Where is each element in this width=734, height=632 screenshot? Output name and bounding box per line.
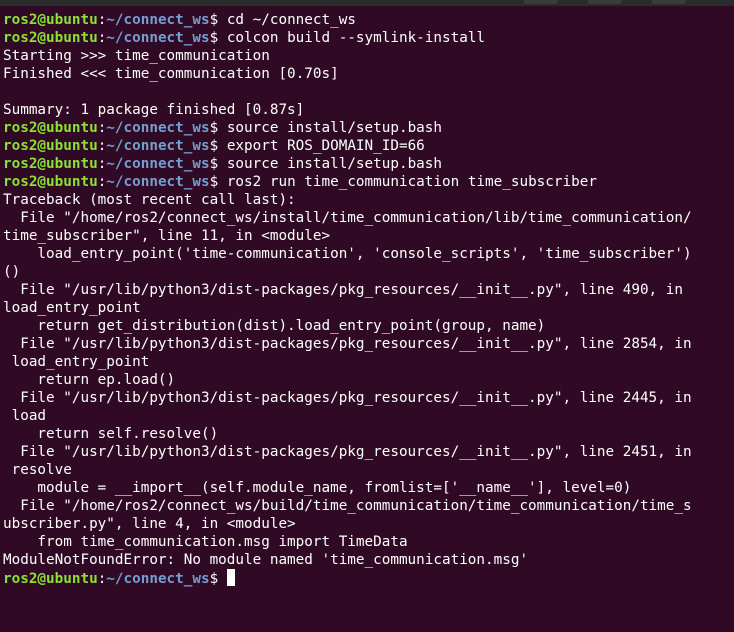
output-line: resolve	[3, 461, 730, 479]
window-control-button[interactable]	[588, 0, 622, 4]
output-line: time_subscriber", line 11, in <module>	[3, 227, 730, 245]
terminal-output[interactable]: ros2@ubuntu:~/connect_ws$ cd ~/connect_w…	[3, 11, 730, 587]
prompt-colon: :	[97, 571, 107, 587]
prompt-dollar: $	[209, 30, 227, 46]
command-line: ros2@ubuntu:~/connect_ws$ source install…	[3, 155, 730, 173]
output-line: load	[3, 407, 730, 425]
active-prompt-line: ros2@ubuntu:~/connect_ws$	[3, 569, 730, 587]
output-text: return ep.load()	[3, 372, 176, 388]
command-text: ros2 run time_communication time_subscri…	[226, 174, 597, 190]
output-line: Summary: 1 package finished [0.87s]	[3, 101, 730, 119]
output-text: module = __import__(self.module_name, fr…	[3, 480, 632, 496]
output-line: Traceback (most recent call last):	[3, 191, 730, 209]
output-line: Finished <<< time_communication [0.70s]	[3, 65, 730, 83]
output-line: return ep.load()	[3, 371, 730, 389]
output-line: File "/usr/lib/python3/dist-packages/pkg…	[3, 335, 730, 353]
output-line: from time_communication.msg import TimeD…	[3, 533, 730, 551]
output-text: ()	[3, 264, 21, 280]
output-text: from time_communication.msg import TimeD…	[3, 534, 408, 550]
window-control-button[interactable]	[652, 0, 686, 4]
output-text: File "/usr/lib/python3/dist-packages/pkg…	[3, 390, 692, 406]
command-text: source install/setup.bash	[226, 120, 442, 136]
output-text: File "/home/ros2/connect_ws/install/time…	[3, 210, 692, 226]
output-text: load	[3, 408, 47, 424]
prompt-user-host: ros2@ubuntu	[3, 12, 98, 28]
prompt-dollar: $	[209, 120, 227, 136]
prompt-colon: :	[97, 120, 107, 136]
prompt-dollar: $	[209, 12, 227, 28]
output-line: ()	[3, 263, 730, 281]
prompt-path: ~/connect_ws	[106, 571, 210, 587]
output-line: return get_distribution(dist).load_entry…	[3, 317, 730, 335]
output-text: File "/usr/lib/python3/dist-packages/pkg…	[3, 444, 692, 460]
command-line: ros2@ubuntu:~/connect_ws$ source install…	[3, 119, 730, 137]
command-text: source install/setup.bash	[226, 156, 442, 172]
prompt-path: ~/connect_ws	[106, 174, 210, 190]
output-text: resolve	[3, 462, 72, 478]
command-line: ros2@ubuntu:~/connect_ws$ cd ~/connect_w…	[3, 11, 730, 29]
output-text: return get_distribution(dist).load_entry…	[3, 318, 546, 334]
output-line: File "/usr/lib/python3/dist-packages/pkg…	[3, 389, 730, 407]
prompt-dollar: $	[209, 156, 227, 172]
prompt-user-host: ros2@ubuntu	[3, 138, 98, 154]
output-line: File "/home/ros2/connect_ws/build/time_c…	[3, 497, 730, 515]
output-text: File "/usr/lib/python3/dist-packages/pkg…	[3, 336, 692, 352]
output-line: ubscriber.py", line 4, in <module>	[3, 515, 730, 533]
output-line: load_entry_point	[3, 353, 730, 371]
command-line: ros2@ubuntu:~/connect_ws$ ros2 run time_…	[3, 173, 730, 191]
output-line: File "/usr/lib/python3/dist-packages/pkg…	[3, 281, 730, 299]
command-text: colcon build --symlink-install	[226, 30, 486, 46]
prompt-user-host: ros2@ubuntu	[3, 571, 98, 587]
command-line: ros2@ubuntu:~/connect_ws$ export ROS_DOM…	[3, 137, 730, 155]
prompt-colon: :	[97, 138, 107, 154]
output-text: File "/home/ros2/connect_ws/build/time_c…	[3, 498, 692, 514]
prompt-path: ~/connect_ws	[106, 156, 210, 172]
output-text: load_entry_point	[3, 300, 141, 316]
prompt-dollar: $	[209, 174, 227, 190]
prompt-colon: :	[97, 30, 107, 46]
prompt-user-host: ros2@ubuntu	[3, 120, 98, 136]
prompt-user-host: ros2@ubuntu	[3, 30, 98, 46]
output-text: Summary: 1 package finished [0.87s]	[3, 102, 305, 118]
output-text: Traceback (most recent call last):	[3, 192, 296, 208]
title-bar	[0, 0, 734, 6]
window-control-button[interactable]	[524, 0, 558, 4]
output-text: ubscriber.py", line 4, in <module>	[3, 516, 296, 532]
prompt-dollar: $	[209, 138, 227, 154]
output-text: ModuleNotFoundError: No module named 'ti…	[3, 552, 529, 568]
output-line: File "/home/ros2/connect_ws/install/time…	[3, 209, 730, 227]
text-cursor	[226, 569, 235, 586]
prompt-dollar: $	[209, 571, 227, 587]
output-line: File "/usr/lib/python3/dist-packages/pkg…	[3, 443, 730, 461]
output-line: return self.resolve()	[3, 425, 730, 443]
prompt-user-host: ros2@ubuntu	[3, 156, 98, 172]
output-line: Starting >>> time_communication	[3, 47, 730, 65]
command-text: cd ~/connect_ws	[226, 12, 356, 28]
output-line: load_entry_point	[3, 299, 730, 317]
output-text: File "/usr/lib/python3/dist-packages/pkg…	[3, 282, 683, 298]
prompt-colon: :	[97, 174, 107, 190]
prompt-path: ~/connect_ws	[106, 138, 210, 154]
output-text: Finished <<< time_communication [0.70s]	[3, 66, 339, 82]
command-text: export ROS_DOMAIN_ID=66	[226, 138, 425, 154]
output-text: time_subscriber", line 11, in <module>	[3, 228, 331, 244]
output-text: return self.resolve()	[3, 426, 219, 442]
output-line: load_entry_point('time-communication', '…	[3, 245, 730, 263]
command-line: ros2@ubuntu:~/connect_ws$ colcon build -…	[3, 29, 730, 47]
prompt-path: ~/connect_ws	[106, 120, 210, 136]
prompt-path: ~/connect_ws	[106, 12, 210, 28]
output-line: module = __import__(self.module_name, fr…	[3, 479, 730, 497]
output-line: ModuleNotFoundError: No module named 'ti…	[3, 551, 730, 569]
prompt-user-host: ros2@ubuntu	[3, 174, 98, 190]
output-text: load_entry_point	[3, 354, 150, 370]
terminal-window: ros2@ubuntu:~/connect_ws$ cd ~/connect_w…	[0, 0, 734, 632]
prompt-colon: :	[97, 12, 107, 28]
prompt-colon: :	[97, 156, 107, 172]
output-text: load_entry_point('time-communication', '…	[3, 246, 692, 262]
prompt-path: ~/connect_ws	[106, 30, 210, 46]
output-text: Starting >>> time_communication	[3, 48, 270, 64]
